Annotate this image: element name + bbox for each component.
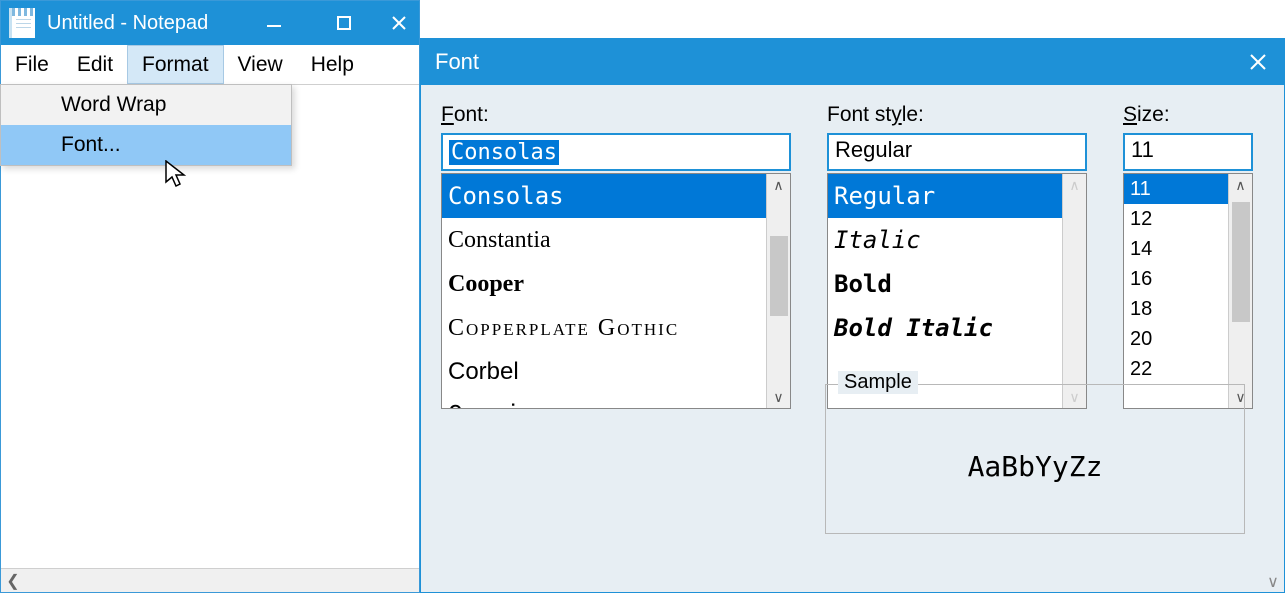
- font-column: Font: Consolas Consolas Constantia Coope…: [441, 103, 791, 409]
- menu-item-wordwrap[interactable]: Word Wrap: [1, 85, 291, 125]
- menu-format[interactable]: Format: [127, 45, 224, 84]
- menu-view[interactable]: View: [224, 45, 297, 84]
- dialog-title: Font: [435, 49, 479, 75]
- size-listbox[interactable]: 11 12 14 16 18 20 22 ∧ ∨: [1123, 173, 1253, 409]
- window-controls: [239, 1, 419, 45]
- style-column: Font style: Regular Regular Italic Bold …: [827, 103, 1087, 409]
- style-option[interactable]: Bold: [828, 262, 1062, 306]
- scroll-thumb[interactable]: [770, 236, 788, 316]
- size-option[interactable]: 11: [1124, 174, 1228, 204]
- window-title: Untitled - Notepad: [47, 12, 208, 35]
- style-list-scrollbar[interactable]: ∧ ∨: [1062, 174, 1086, 408]
- font-option[interactable]: Cooper: [442, 262, 766, 306]
- style-option[interactable]: Italic: [828, 218, 1062, 262]
- sample-text: AaBbYyZz: [968, 450, 1103, 483]
- close-button[interactable]: [379, 1, 419, 45]
- menubar: File Edit Format View Help: [1, 45, 419, 85]
- size-option[interactable]: 20: [1124, 324, 1228, 354]
- font-label: Font:: [441, 103, 791, 127]
- font-option[interactable]: Copperplate Gothic: [442, 306, 766, 350]
- style-option[interactable]: Regular: [828, 174, 1062, 218]
- font-list-scrollbar[interactable]: ∧ ∨: [766, 174, 790, 408]
- scroll-up-icon[interactable]: ∧: [767, 174, 790, 196]
- font-option[interactable]: Corbel: [442, 350, 766, 394]
- font-input[interactable]: Consolas: [441, 133, 791, 171]
- scroll-down-icon[interactable]: ∨: [767, 386, 790, 408]
- format-dropdown-menu: Word Wrap Font...: [0, 84, 292, 166]
- scroll-up-icon[interactable]: ∧: [1063, 174, 1086, 196]
- size-label: Size:: [1123, 103, 1253, 127]
- font-dialog: Font Font: Consolas Consolas Constantia …: [420, 38, 1285, 593]
- style-input[interactable]: Regular: [827, 133, 1087, 171]
- sample-fieldset: Sample AaBbYyZz: [825, 384, 1245, 534]
- size-option[interactable]: 18: [1124, 294, 1228, 324]
- font-option[interactable]: Constantia: [442, 218, 766, 262]
- size-list-scrollbar[interactable]: ∧ ∨: [1228, 174, 1252, 408]
- horizontal-scrollbar[interactable]: ❮: [1, 568, 419, 592]
- menu-edit[interactable]: Edit: [63, 45, 127, 84]
- size-column: Size: 11 11 12 14 16 18 20 22 ∧: [1123, 103, 1253, 409]
- size-option[interactable]: 14: [1124, 234, 1228, 264]
- scroll-thumb[interactable]: [1232, 202, 1250, 322]
- dialog-close-button[interactable]: [1246, 53, 1270, 71]
- size-option[interactable]: 22: [1124, 354, 1228, 384]
- style-input-value: Regular: [835, 137, 912, 162]
- menu-help[interactable]: Help: [297, 45, 368, 84]
- maximize-button[interactable]: [309, 1, 379, 45]
- notepad-icon: [9, 8, 35, 38]
- scroll-up-icon[interactable]: ∧: [1229, 174, 1252, 196]
- style-label: Font style:: [827, 103, 1087, 127]
- font-listbox[interactable]: Consolas Constantia Cooper Copperplate G…: [441, 173, 791, 409]
- sample-section: Sample AaBbYyZz: [825, 384, 1245, 534]
- scroll-left-arrow-icon[interactable]: ❮: [1, 569, 25, 592]
- size-input-value: 11: [1131, 137, 1154, 162]
- style-option[interactable]: Bold Italic: [828, 306, 1062, 350]
- font-option[interactable]: Consolas: [442, 174, 766, 218]
- dialog-scroll-down-icon[interactable]: ∨: [1262, 532, 1284, 592]
- size-option[interactable]: 12: [1124, 204, 1228, 234]
- size-input[interactable]: 11: [1123, 133, 1253, 171]
- minimize-button[interactable]: [239, 1, 309, 45]
- size-option[interactable]: 16: [1124, 264, 1228, 294]
- dialog-titlebar[interactable]: Font: [421, 39, 1284, 85]
- dialog-body: Font: Consolas Consolas Constantia Coope…: [421, 85, 1284, 592]
- menu-item-font[interactable]: Font...: [1, 125, 291, 165]
- font-option[interactable]: Courier: [442, 394, 766, 408]
- sample-legend: Sample: [838, 371, 918, 394]
- menu-file[interactable]: File: [1, 45, 63, 84]
- font-input-value: Consolas: [449, 140, 559, 165]
